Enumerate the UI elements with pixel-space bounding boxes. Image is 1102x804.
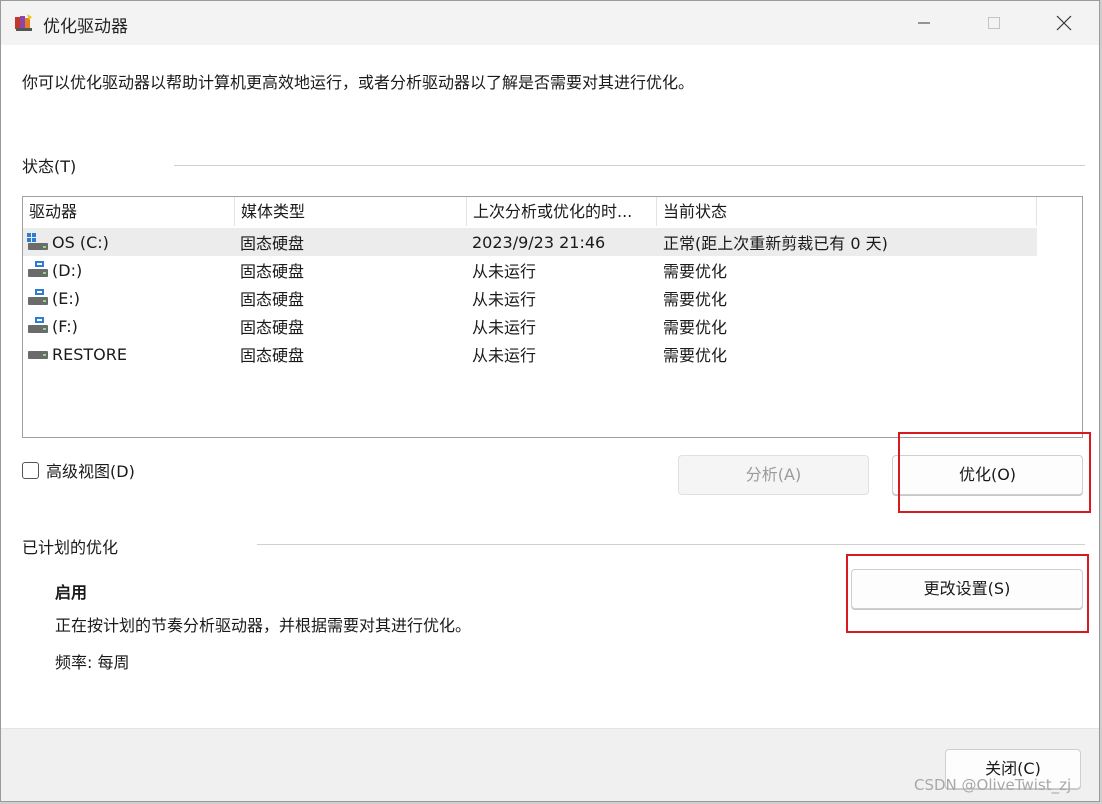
drive-name: RESTORE [52,344,127,364]
window-title: 优化驱动器 [43,17,128,37]
drive-icon [27,260,49,280]
current-status: 正常(距上次重新剪裁已有 0 天) [663,234,888,253]
table-row[interactable]: RESTORE 固态硬盘 从未运行 需要优化 [23,340,1037,368]
status-separator [174,165,1085,166]
last-run: 从未运行 [472,262,537,281]
close-icon [1056,15,1072,31]
media-type: 固态硬盘 [240,318,305,337]
optimize-drives-window: 优化驱动器 你可以优化驱动器以帮助计算机更高效地运行，或者分析驱动器以了解是否需… [0,0,1100,802]
table-row[interactable]: OS (C:) 固态硬盘 2023/9/23 21:46 正常(距上次重新剪裁已… [23,228,1037,256]
scheduled-description: 正在按计划的节奏分析驱动器，并根据需要对其进行优化。 [55,616,472,635]
drive-list[interactable]: 驱动器 媒体类型 上次分析或优化的时... 当前状态 OS (C:) 固态硬盘 … [22,196,1083,438]
drive-name: (F:) [52,316,78,336]
plain-drive-icon [27,344,49,364]
table-row[interactable]: (F:) 固态硬盘 从未运行 需要优化 [23,312,1037,340]
drive-name: OS (C:) [52,232,109,252]
scheduled-label: 已计划的优化 [22,538,119,557]
current-status: 需要优化 [663,290,728,309]
last-run: 2023/9/23 21:46 [472,232,606,252]
intro-text: 你可以优化驱动器以帮助计算机更高效地运行，或者分析驱动器以了解是否需要对其进行优… [22,73,695,92]
header-drive[interactable]: 驱动器 [23,197,235,226]
drive-name: (D:) [52,260,83,280]
close-window-button[interactable] [1029,1,1099,45]
table-row[interactable]: (E:) 固态硬盘 从未运行 需要优化 [23,284,1037,312]
status-label: 状态(T) [22,157,77,176]
current-status: 需要优化 [663,318,728,337]
system-drive-icon [27,232,49,252]
maximize-button [959,1,1029,45]
highlight-box-optimize [898,432,1091,513]
scheduled-separator [257,544,1085,545]
maximize-icon [988,17,1000,29]
media-type: 固态硬盘 [240,262,305,281]
last-run: 从未运行 [472,290,537,309]
media-type: 固态硬盘 [240,346,305,365]
list-header: 驱动器 媒体类型 上次分析或优化的时... 当前状态 [23,197,1037,226]
current-status: 需要优化 [663,346,728,365]
media-type: 固态硬盘 [240,290,305,309]
drive-name: (E:) [52,288,80,308]
defrag-app-icon [14,13,34,33]
header-current-status[interactable]: 当前状态 [657,197,1037,226]
checkbox-box[interactable] [22,461,39,479]
last-run: 从未运行 [472,318,537,337]
last-run: 从未运行 [472,346,537,365]
header-media-type[interactable]: 媒体类型 [235,197,467,226]
advanced-view-checkbox[interactable]: 高级视图(D) [22,458,135,482]
minimize-button[interactable] [889,1,959,45]
watermark: CSDN @OliveTwist_zj [914,776,1072,794]
drive-icon [27,288,49,308]
header-last-run[interactable]: 上次分析或优化的时... [467,197,657,226]
title-bar: 优化驱动器 [1,1,1099,45]
advanced-view-label: 高级视图(D) [46,462,135,481]
analyze-button[interactable]: 分析(A) [678,455,869,495]
highlight-box-settings [846,554,1089,633]
table-row[interactable]: (D:) 固态硬盘 从未运行 需要优化 [23,256,1037,284]
scheduled-frequency: 频率: 每周 [55,653,130,672]
media-type: 固态硬盘 [240,234,305,253]
current-status: 需要优化 [663,262,728,281]
content-area: 你可以优化驱动器以帮助计算机更高效地运行，或者分析驱动器以了解是否需要对其进行优… [1,45,1099,728]
minimize-icon [918,22,930,24]
scheduled-status: 启用 [55,583,88,602]
drive-icon [27,316,49,336]
